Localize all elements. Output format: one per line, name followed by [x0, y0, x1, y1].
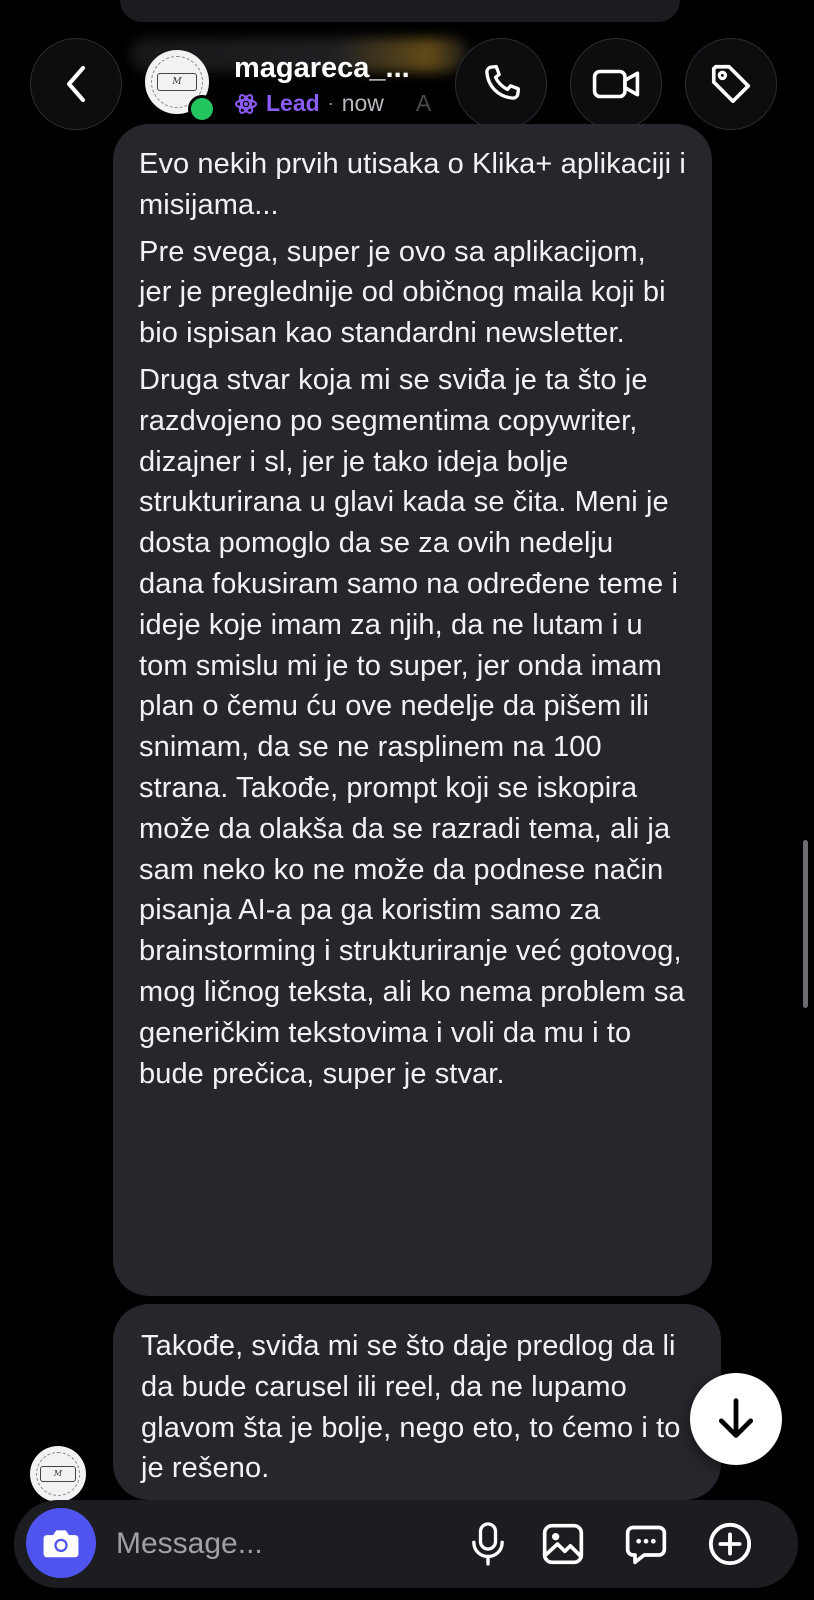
back-button[interactable] — [30, 38, 122, 130]
online-status-indicator — [188, 95, 216, 123]
gallery-button[interactable] — [537, 1518, 589, 1570]
phone-icon — [485, 64, 521, 100]
separator-dot: · — [327, 93, 334, 113]
camera-button[interactable] — [26, 1508, 96, 1578]
scroll-to-bottom-button[interactable] — [690, 1373, 782, 1465]
lead-badge-icon — [235, 93, 257, 114]
lead-label: Lead — [266, 90, 320, 116]
message-bubble[interactable]: Evo nekih prvih utisaka o Klika+ aplikac… — [113, 124, 712, 1296]
microphone-icon — [472, 1522, 504, 1566]
sender-avatar[interactable]: M — [30, 1446, 86, 1502]
message-paragraph: Takođe, sviđa mi se što daje predlog da … — [141, 1330, 681, 1485]
tag-icon — [711, 64, 751, 104]
gallery-icon — [542, 1523, 584, 1565]
last-active-time: now — [341, 90, 384, 116]
video-call-button[interactable] — [570, 38, 662, 130]
voice-message-button[interactable] — [462, 1518, 514, 1570]
message-input[interactable] — [114, 1521, 438, 1567]
message-paragraph: Evo nekih prvih utisaka o Klika+ aplikac… — [139, 148, 686, 221]
sticker-chat-icon — [625, 1525, 667, 1565]
back-icon — [67, 66, 85, 102]
faded-label: A — [415, 90, 432, 116]
message-paragraph: Druga stvar koja mi se sviđa je ta što j… — [139, 363, 685, 1090]
sticker-button[interactable] — [620, 1518, 672, 1570]
camera-icon — [43, 1530, 79, 1558]
message-paragraph: Pre svega, super je ovo sa aplikacijom, … — [139, 235, 666, 350]
tag-button[interactable] — [685, 38, 777, 130]
video-camera-icon — [592, 69, 640, 99]
more-options-button[interactable] — [704, 1518, 756, 1570]
message-bubble[interactable]: Takođe, sviđa mi se što daje predlog da … — [113, 1304, 721, 1500]
plus-icon — [708, 1522, 752, 1566]
scrollbar[interactable] — [803, 840, 808, 1008]
call-button[interactable] — [455, 38, 547, 130]
previous-message-edge — [120, 0, 680, 22]
arrow-down-icon — [718, 1398, 754, 1438]
contact-subline: Lead · now A — [234, 90, 431, 117]
contact-username[interactable]: magareca_... — [234, 52, 410, 85]
